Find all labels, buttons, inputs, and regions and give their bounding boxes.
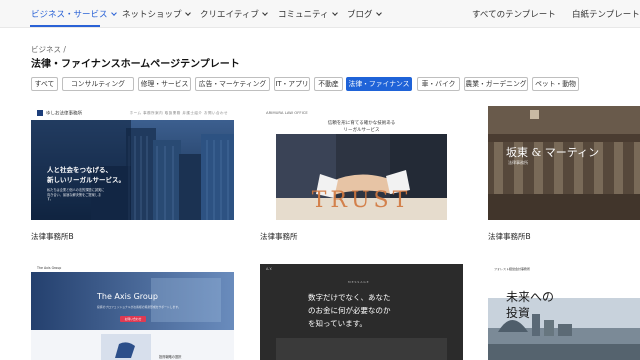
template-section-title: 投資戦略の選択 [159,355,182,359]
nav-all-templates-link[interactable]: すべてのテンプレート [472,8,556,20]
filter-chip-it-app[interactable]: IT・アプリ [274,77,310,91]
nav-item-business-services[interactable]: ビジネス・サービス [31,8,117,20]
template-message-line: 数字だけでなく、あなた [308,293,391,302]
chevron-down-icon [261,10,268,16]
template-name-label[interactable]: 法律事務所B [488,231,531,242]
city-skyline-image [31,120,234,220]
nav-item-online-shop[interactable]: ネットショップ [122,8,191,20]
template-logo: フォレスト経営会計事務所 [494,267,531,271]
filter-chip-pets-animals[interactable]: ペット・動物 [532,77,579,91]
nav-item-label: ブログ [347,10,373,20]
filter-chip-all[interactable]: すべて [31,77,58,91]
template-header: The Axis Group [31,264,234,272]
template-body-text: 私たちは企業と個人の法的課題に誠実に向き合い、最適な解決策をご提案します。 [47,188,105,202]
nav-item-label: コミュニティ [278,10,329,20]
template-logo: A.Y. [266,267,272,271]
template-headline: The Axis Group [97,292,158,301]
filter-chip-consulting[interactable]: コンサルティング [62,77,134,91]
chevron-down-icon [375,10,382,16]
template-headline: 人と社会をつなげる、 [47,166,112,174]
template-header: ゆしお法律事務所 ホーム 事務所案内 取扱業務 弁護士紹介 お問い合わせ [31,106,234,120]
template-message-line: のお金に何が必要なのか [308,306,391,315]
template-logo: The Axis Group [37,266,62,270]
chevron-down-icon [110,10,117,16]
template-message-line: を知っています。 [308,319,367,328]
template-tagline: リーガルサービス [343,128,380,133]
top-navigation-bar: ビジネス・サービス ネットショップ クリエイティブ コミュニティ ブログ すべて… [0,0,640,28]
template-nav-links: ホーム 事務所案内 取扱業務 弁護士紹介 お問い合わせ [129,111,228,115]
template-big-word: TRUST [311,188,412,213]
template-section-label: MESSAGE [348,280,370,284]
nav-item-label: ネットショップ [122,10,182,20]
template-thumbnail-law-office-b[interactable]: ゆしお法律事務所 ホーム 事務所案内 取扱業務 弁護士紹介 お問い合わせ 人と社… [31,106,234,220]
nav-blank-templates-link[interactable]: 白紙テンプレート [572,8,640,20]
template-thumbnail-future-investment[interactable]: フォレスト経営会計事務所 未来への 投資 [488,264,640,360]
template-logo: ゆしお法律事務所 [37,110,82,117]
template-tagline: 信頼を形に育てる確かな技術ある [327,121,396,126]
template-logo-text: ゆしお法律事務所 [46,111,82,117]
chevron-down-icon [184,10,191,16]
template-body-text: 投資のプロフェッショナルがお客様の資産形成をサポートします。 [97,305,181,309]
template-thumbnail-law-office[interactable]: ARIMURA LAW OFFICE 信頼を形に育てる確かな技術ある リーガルサ… [260,106,463,220]
filter-chip-real-estate[interactable]: 不動産 [314,77,343,91]
template-title: 坂東 & マーティン [506,146,600,159]
template-header: ARIMURA LAW OFFICE [260,106,463,120]
filter-chip-law-finance[interactable]: 法律・ファイナンス [346,77,412,91]
nav-item-creative[interactable]: クリエイティブ [200,8,268,20]
template-name-label[interactable]: 法律事務所 [260,231,298,242]
template-subtitle: 法律事務所 [508,160,528,165]
filter-chip-car-bike[interactable]: 車・バイク [417,77,460,91]
template-headline: 新しいリーガルサービス。 [47,176,125,184]
template-headline: 投資 [506,306,531,320]
template-headline: 未来への [506,290,555,304]
nav-item-label: クリエイティブ [200,10,259,20]
template-section [276,338,447,360]
filter-chip-agriculture-gardening[interactable]: 農業・ガーデニング [464,77,528,91]
template-thumbnail-finance-message[interactable]: A.Y. MESSAGE 数字だけでなく、あなた のお金に何が必要なのか を知っ… [260,264,463,360]
filter-chip-repair-service[interactable]: 修理・サービス [138,77,191,91]
pen-document-image [101,334,151,360]
template-header: フォレスト経営会計事務所 [488,264,640,274]
filter-chip-ad-marketing[interactable]: 広告・マーケティング [195,77,270,91]
template-logo: ARIMURA LAW OFFICE [266,110,308,115]
template-cta-button: お問い合わせ [120,316,146,322]
nav-item-community[interactable]: コミュニティ [278,8,338,20]
template-thumbnail-axis-group[interactable]: The Axis Group The Axis Group 投資のプロフェッショ… [31,264,234,360]
chevron-down-icon [331,10,338,16]
page-title: 法律・ファイナンスホームページテンプレート [31,59,240,70]
nav-item-blog[interactable]: ブログ [347,8,382,20]
nav-item-label: ビジネス・サービス [31,10,108,20]
logo-mark-icon [37,110,43,116]
template-thumbnail-bando-martin[interactable]: 坂東 & マーティン 法律事務所 [488,106,640,220]
active-nav-underline [30,25,100,27]
template-name-label[interactable]: 法律事務所B [31,231,74,242]
breadcrumb[interactable]: ビジネス / [31,44,66,55]
